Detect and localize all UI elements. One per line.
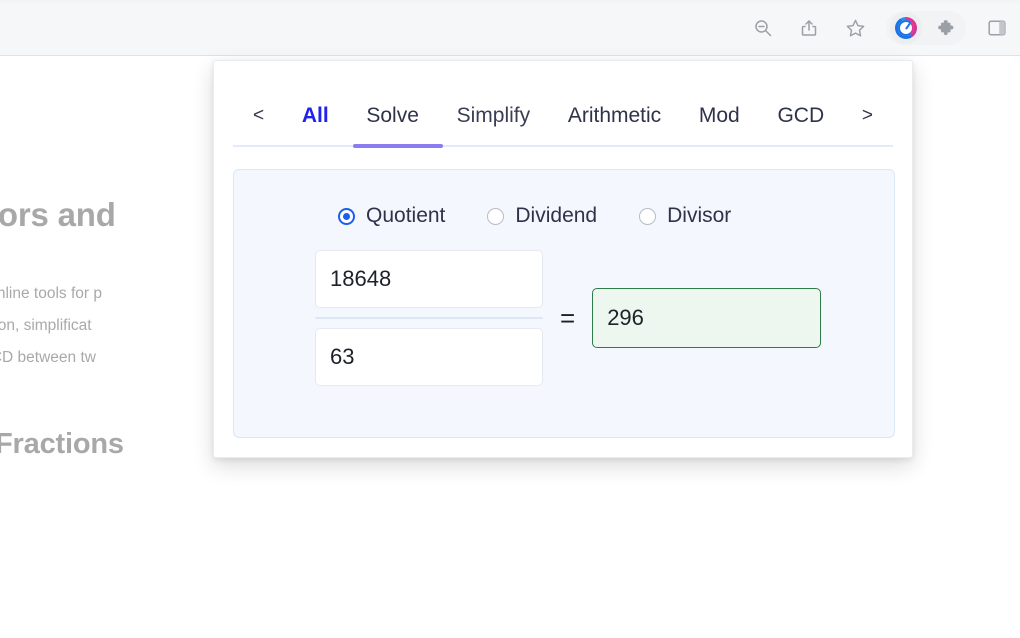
paragraph-line: of free online tools for p (0, 285, 102, 302)
radio-option-divisor[interactable]: Divisor (639, 204, 731, 228)
fraction-bar (315, 317, 543, 319)
extension-popup: < All Solve Simplify Arithmetic Mod GCD … (213, 60, 913, 458)
solve-for-radio-group: Quotient Dividend Divisor (234, 170, 894, 228)
extension-toolbar-group (886, 11, 966, 45)
page-paragraph: of free online tools for p conversion, s… (0, 278, 102, 374)
radio-option-dividend[interactable]: Dividend (487, 204, 597, 228)
tab-bar: < All Solve Simplify Arithmetic Mod GCD … (233, 95, 893, 153)
fraction-calculator-extension-icon[interactable] (890, 12, 922, 44)
extensions-puzzle-icon[interactable] (932, 13, 962, 43)
radio-option-quotient[interactable]: Quotient (338, 204, 445, 228)
radio-button-icon[interactable] (487, 207, 505, 225)
page-heading: ulators and (0, 196, 116, 233)
share-icon[interactable] (794, 13, 824, 43)
clock-hand-glyph (905, 22, 911, 30)
dividend-input[interactable]: 18648 (315, 250, 543, 308)
paragraph-line: conversion, simplificat (0, 317, 92, 334)
tab-simplify[interactable]: Simplify (457, 104, 531, 132)
browser-toolbar-actions (748, 0, 1012, 56)
tab-solve[interactable]: Solve (366, 104, 419, 132)
tabs-prev-arrow[interactable]: < (253, 105, 264, 131)
radio-label-quotient: Quotient (366, 204, 446, 227)
tab-gcd[interactable]: GCD (777, 104, 824, 132)
solver-panel: Quotient Dividend Divisor 18648 63 = 296 (233, 169, 895, 438)
sidebar-toggle-icon[interactable] (982, 13, 1012, 43)
divisor-input[interactable]: 63 (315, 328, 543, 386)
pie-clock-glyph (895, 17, 917, 39)
paragraph-line: g the GCD between tw (0, 349, 96, 366)
page-subheading: with Fractions (0, 428, 124, 460)
radio-label-dividend: Dividend (515, 204, 598, 227)
radio-label-divisor: Divisor (667, 204, 732, 227)
tab-mod[interactable]: Mod (699, 104, 740, 132)
zoom-out-icon[interactable] (748, 13, 778, 43)
browser-toolbar (0, 0, 1020, 56)
radio-button-icon[interactable] (338, 207, 355, 225)
quotient-result-field[interactable]: 296 (592, 288, 822, 348)
fraction-group: 18648 63 (315, 250, 543, 386)
tabs-next-arrow[interactable]: > (862, 105, 873, 131)
active-tab-indicator (353, 144, 443, 148)
tab-arithmetic[interactable]: Arithmetic (568, 104, 661, 132)
radio-button-icon[interactable] (639, 207, 657, 225)
tab-all[interactable]: All (302, 104, 329, 132)
tab-divider (233, 145, 893, 147)
tab-list: < All Solve Simplify Arithmetic Mod GCD … (233, 95, 893, 141)
bookmark-star-icon[interactable] (840, 13, 870, 43)
equals-sign: = (560, 303, 576, 333)
division-equation: 18648 63 = 296 (234, 228, 894, 386)
